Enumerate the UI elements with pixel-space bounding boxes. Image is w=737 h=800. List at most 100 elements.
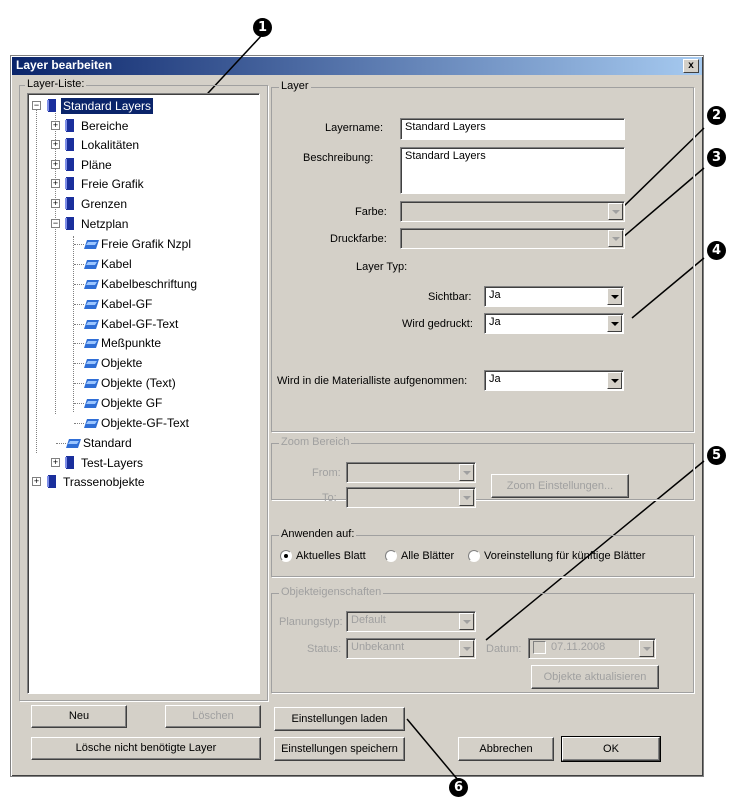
- tree-node-objekte-gf[interactable]: Objekte GF: [101, 395, 162, 411]
- tree-node-freie-grafik[interactable]: Freie Grafik: [81, 176, 144, 192]
- tree-node-kabel-gf[interactable]: Kabel-GF: [101, 296, 152, 312]
- radio-current-sheet[interactable]: [280, 550, 292, 562]
- collapse-toggle[interactable]: −: [32, 101, 41, 110]
- tree-node-kabelbeschriftung[interactable]: Kabelbeschriftung: [101, 276, 197, 292]
- visible-value: Ja: [489, 289, 501, 301]
- zoom-legend: Zoom Bereich: [279, 436, 352, 448]
- book-icon: [65, 177, 74, 190]
- date-checkbox[interactable]: [533, 641, 546, 654]
- description-label: Beschreibung:: [303, 152, 374, 164]
- update-objects-button[interactable]: Objekte aktualisieren: [531, 665, 659, 689]
- expand-toggle[interactable]: +: [51, 179, 60, 188]
- tree-node-freie-grafik-nzpl[interactable]: Freie Grafik Nzpl: [101, 236, 191, 252]
- layer-icon: [84, 260, 99, 269]
- radio-all-sheets[interactable]: [385, 550, 397, 562]
- layer-name-label: Layername:: [325, 122, 384, 134]
- color-select[interactable]: [400, 201, 625, 222]
- description-input[interactable]: Standard Layers: [400, 147, 625, 194]
- tree-node-standard[interactable]: Standard: [83, 435, 132, 451]
- layer-type-label: Layer Typ:: [356, 261, 408, 273]
- callout-4: 4: [707, 241, 726, 260]
- expand-toggle[interactable]: +: [51, 140, 60, 149]
- layer-icon: [84, 399, 99, 408]
- save-settings-button[interactable]: Einstellungen speichern: [274, 737, 405, 761]
- tree-node-trassenobjekte[interactable]: Trassenobjekte: [63, 474, 145, 490]
- chevron-down-icon[interactable]: [607, 372, 622, 389]
- radio-future-sheets[interactable]: [468, 550, 480, 562]
- zoom-settings-button[interactable]: Zoom Einstellungen...: [491, 474, 629, 498]
- expand-toggle[interactable]: +: [51, 199, 60, 208]
- layer-icon: [66, 439, 81, 448]
- zoom-from-label: From:: [312, 467, 341, 479]
- radio-current-sheet-label: Aktuelles Blatt: [296, 550, 366, 562]
- material-list-select[interactable]: Ja: [484, 370, 624, 391]
- callout-6: 6: [449, 778, 468, 797]
- book-icon: [65, 217, 74, 230]
- planning-type-select[interactable]: Default: [346, 611, 476, 632]
- layer-list-legend: Layer-Liste:: [25, 78, 87, 90]
- expand-toggle[interactable]: +: [32, 477, 41, 486]
- chevron-down-icon[interactable]: [608, 203, 623, 220]
- collapse-toggle[interactable]: −: [51, 219, 60, 228]
- printed-select[interactable]: Ja: [484, 313, 624, 334]
- apply-legend: Anwenden auf:: [279, 528, 357, 540]
- material-list-label: Wird in die Materialliste aufgenommen:: [277, 375, 468, 387]
- chevron-down-icon[interactable]: [607, 315, 622, 332]
- cancel-button[interactable]: Abbrechen: [458, 737, 554, 761]
- tree-node-netzplan[interactable]: Netzplan: [81, 216, 128, 232]
- callout-2: 2: [707, 106, 726, 125]
- tree-node-objekte[interactable]: Objekte: [101, 355, 142, 371]
- tree-node-objekte-text[interactable]: Objekte (Text): [101, 375, 176, 391]
- book-icon: [47, 475, 56, 488]
- chevron-down-icon[interactable]: [607, 288, 622, 305]
- color-label: Farbe:: [355, 206, 387, 218]
- visible-select[interactable]: Ja: [484, 286, 624, 307]
- print-color-select[interactable]: [400, 228, 625, 249]
- layer-icon: [84, 379, 99, 388]
- radio-future-sheets-label: Voreinstellung für künftige Blätter: [484, 550, 646, 562]
- tree-connector: [36, 108, 37, 453]
- book-icon: [65, 158, 74, 171]
- book-icon: [65, 138, 74, 151]
- delete-unused-layers-button[interactable]: Lösche nicht benötigte Layer: [31, 737, 261, 760]
- chevron-down-icon[interactable]: [639, 640, 654, 657]
- layer-icon: [84, 300, 99, 309]
- expand-toggle[interactable]: +: [51, 121, 60, 130]
- book-icon: [65, 456, 74, 469]
- layer-tree[interactable]: − Standard Layers + Bereiche + Lokalität…: [27, 93, 260, 694]
- zoom-from-select[interactable]: [346, 462, 476, 483]
- layer-name-input[interactable]: Standard Layers: [400, 118, 625, 140]
- tree-node-kabel[interactable]: Kabel: [101, 256, 132, 272]
- layer-icon: [84, 419, 99, 428]
- tree-node-messpunkte[interactable]: Meßpunkte: [101, 335, 161, 351]
- chevron-down-icon[interactable]: [459, 464, 474, 481]
- tree-node-plaene[interactable]: Pläne: [81, 157, 112, 173]
- status-value: Unbekannt: [351, 641, 405, 653]
- status-select[interactable]: Unbekannt: [346, 638, 476, 659]
- status-label: Status:: [307, 643, 342, 655]
- printed-label: Wird gedruckt:: [402, 318, 473, 330]
- expand-toggle[interactable]: +: [51, 458, 60, 467]
- tree-node-grenzen[interactable]: Grenzen: [81, 196, 127, 212]
- tree-node-standard-layers[interactable]: Standard Layers: [61, 98, 154, 114]
- date-picker[interactable]: 07.11.2008: [528, 638, 656, 659]
- ok-button[interactable]: OK: [561, 736, 661, 762]
- chevron-down-icon[interactable]: [459, 613, 474, 630]
- tree-node-kabel-gf-text[interactable]: Kabel-GF-Text: [101, 316, 178, 332]
- tree-node-objekte-gf-text[interactable]: Objekte-GF-Text: [101, 415, 189, 431]
- chevron-down-icon[interactable]: [459, 640, 474, 657]
- radio-all-sheets-label: Alle Blätter: [401, 550, 455, 562]
- layer-icon: [84, 359, 99, 368]
- load-settings-button[interactable]: Einstellungen laden: [274, 707, 405, 731]
- delete-button[interactable]: Löschen: [165, 705, 261, 728]
- tree-node-bereiche[interactable]: Bereiche: [81, 118, 128, 134]
- chevron-down-icon[interactable]: [608, 230, 623, 247]
- expand-toggle[interactable]: +: [51, 160, 60, 169]
- chevron-down-icon[interactable]: [459, 489, 474, 506]
- tree-node-test-layers[interactable]: Test-Layers: [81, 455, 143, 471]
- zoom-to-label: To:: [322, 492, 337, 504]
- tree-connector: [55, 108, 56, 414]
- new-button[interactable]: Neu: [31, 705, 127, 728]
- tree-node-lokalitaeten[interactable]: Lokalitäten: [81, 137, 139, 153]
- zoom-to-select[interactable]: [346, 487, 476, 508]
